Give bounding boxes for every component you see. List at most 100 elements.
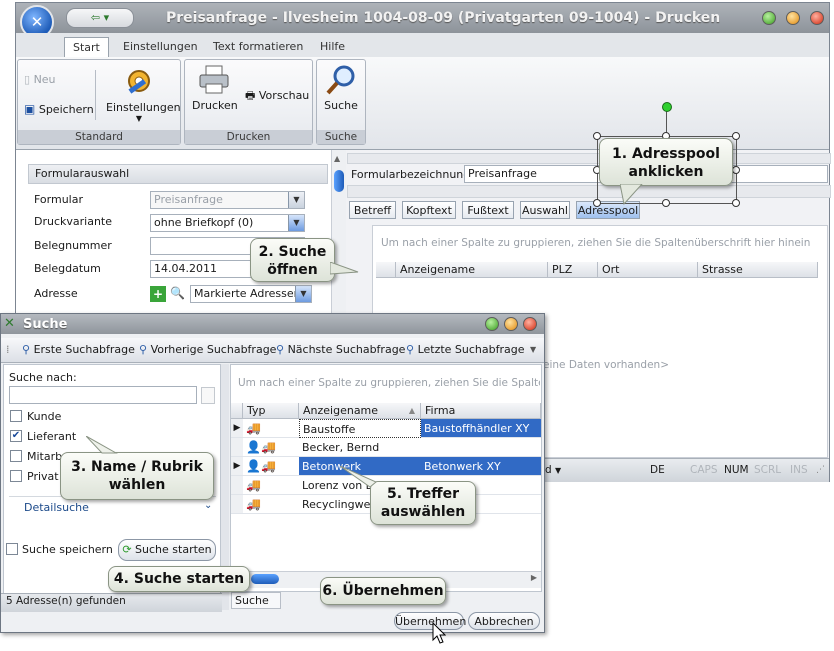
note-icon[interactable] — [201, 387, 215, 404]
suche-speichern-label: Suche speichern — [22, 543, 113, 556]
title-bar: ✕ ⇦ ▾ Preisanfrage - Ilvesheim 1004-08-0… — [16, 3, 829, 39]
speichern-button[interactable]: ▣ Speichern — [24, 102, 94, 116]
group-label-standard: Standard — [18, 130, 180, 144]
window-title: Preisanfrage - Ilvesheim 1004-08-09 (Pri… — [166, 10, 721, 26]
tab-kopftext[interactable]: Kopftext — [402, 201, 456, 219]
column-strasse[interactable]: Strasse — [698, 262, 818, 278]
anzeigename-cell: Baustoffe — [299, 419, 421, 438]
group-by-hint: Um nach einer Spalte zu gruppieren, zieh… — [381, 237, 811, 249]
scroll-up-icon[interactable]: ▲ — [334, 154, 340, 163]
suche-ribbon-button[interactable]: Suche — [321, 64, 361, 112]
erste-suchabfrage-button[interactable]: ⚲ Erste Suchabfrage — [22, 343, 135, 357]
tab-hilfe[interactable]: Hilfe — [320, 37, 345, 56]
query-previous-icon: ⚲ — [139, 343, 148, 356]
close-button[interactable] — [810, 11, 824, 25]
chevron-down-icon[interactable]: ▼ — [288, 192, 304, 208]
quick-access-toolbar[interactable]: ⇦ ▾ — [66, 8, 134, 28]
formularauswahl-header: Formularauswahl — [28, 164, 328, 184]
column-typ[interactable]: Typ — [243, 403, 299, 419]
magnifier-icon — [326, 65, 355, 95]
chevron-down-icon[interactable]: ▼ — [295, 286, 311, 302]
vorschau-button[interactable]: 🖶 Vorschau — [245, 87, 309, 106]
naechste-label: Nächste Suchabfrage — [287, 343, 406, 356]
naechste-suchabfrage-button[interactable]: ⚲ Nächste Suchabfrage — [276, 343, 405, 357]
drucken-label: Drucken — [192, 99, 238, 112]
bottom-tab-suche[interactable]: Suche — [231, 592, 281, 609]
neu-button[interactable]: ▯ Neu — [24, 73, 56, 86]
app-logo-icon: ✕ — [4, 316, 15, 331]
formular-select[interactable]: Preisanfrage ▼ — [150, 191, 305, 209]
suche-speichern-checkbox[interactable] — [6, 543, 18, 555]
kunde-label: Kunde — [27, 410, 62, 423]
toolbar-overflow-icon[interactable]: ▼ — [530, 345, 536, 354]
resize-handle[interactable] — [593, 199, 601, 207]
search-address-icon[interactable]: 🔍 — [170, 286, 186, 302]
resize-handle[interactable] — [732, 166, 740, 174]
abbrechen-button[interactable]: Abbrechen — [468, 612, 540, 630]
uebernehmen-button[interactable]: Übernehmen — [394, 612, 466, 630]
column-anzeigename-results[interactable]: Anzeigename ▲ — [299, 403, 421, 419]
chevron-down-icon[interactable]: ▼ — [288, 215, 304, 231]
status-language: DE — [650, 464, 665, 476]
neu-label: Neu — [33, 73, 56, 86]
result-count: 5 Adresse(n) gefunden — [6, 595, 126, 607]
rotation-handle[interactable] — [662, 102, 672, 112]
callout-suche-oeffnen: 2. Suche öffnen — [250, 238, 335, 282]
tab-start[interactable]: Start — [64, 37, 109, 57]
suche-minimize-button[interactable] — [485, 317, 499, 331]
maximize-button[interactable] — [786, 11, 800, 25]
druckvariante-select[interactable]: ohne Briefkopf (0) ▼ — [150, 214, 305, 232]
resize-handle[interactable] — [593, 132, 601, 140]
suche-nach-input[interactable] — [9, 386, 197, 404]
tab-betreff[interactable]: Betreff — [349, 201, 396, 219]
belegdatum-input[interactable]: 14.04.2011 — [150, 260, 255, 278]
table-row[interactable]: ▶ 👤🚚 Betonwerk Betonwerk XY — [231, 457, 541, 476]
tab-einstellungen[interactable]: Einstellungen — [123, 37, 198, 56]
privat-checkbox[interactable] — [10, 470, 22, 482]
suche-starten-button[interactable]: ⟳ Suche starten — [118, 539, 216, 561]
adresse-select[interactable]: Markierte Adressen ▼ — [190, 285, 312, 303]
tab-fusstext[interactable]: Fußtext — [462, 201, 514, 219]
column-ort[interactable]: Ort — [598, 262, 698, 278]
address-type-icon: 🚚 — [243, 495, 299, 514]
scroll-right-icon[interactable]: ▶ — [531, 573, 537, 582]
status-fragment[interactable]: d ▼ — [545, 462, 561, 478]
detailsuche-link[interactable]: Detailsuche — [24, 501, 89, 514]
results-group-hint: Um nach einer Spalte zu gruppieren, zieh… — [238, 377, 540, 389]
kunde-checkbox[interactable] — [10, 410, 22, 422]
tab-auswahl[interactable]: Auswahl — [520, 201, 570, 219]
lieferant-checkbox[interactable]: ✔ — [10, 430, 22, 442]
suche-title-bar: ✕ Suche — [1, 314, 544, 334]
row-pointer-icon — [231, 476, 243, 495]
table-row[interactable]: 👤🚚 Becker, Bernd — [231, 438, 541, 457]
resize-handle[interactable] — [732, 199, 740, 207]
chevron-down-icon: ▼ — [135, 114, 143, 123]
column-firma[interactable]: Firma — [421, 403, 541, 419]
vorherige-suchabfrage-button[interactable]: ⚲ Vorherige Suchabfrage — [139, 343, 276, 357]
scroll-thumb[interactable] — [334, 170, 344, 192]
letzte-suchabfrage-button[interactable]: ⚲ Letzte Suchabfrage — [406, 343, 525, 357]
add-address-icon[interactable]: + — [150, 286, 166, 302]
callout-name-rubrik: 3. Name / Rubrik wählen — [60, 452, 214, 500]
belegnummer-label: Belegnummer — [34, 239, 112, 252]
resize-handle[interactable] — [732, 132, 740, 140]
column-plz[interactable]: PLZ — [548, 262, 598, 278]
drucken-button[interactable]: Drucken — [192, 64, 238, 112]
suche-close-button[interactable] — [523, 317, 537, 331]
table-row[interactable]: ▶ 🚚 Baustoffe Baustoffhändler XY — [231, 419, 541, 438]
hscroll-thumb[interactable] — [251, 574, 279, 584]
erste-label: Erste Suchabfrage — [33, 343, 135, 356]
minimize-button[interactable] — [762, 11, 776, 25]
resize-handle[interactable] — [662, 199, 670, 207]
einstellungen-button[interactable]: Einstellungen ▼ — [106, 64, 181, 123]
chevron-down-icon[interactable]: ⌄ — [204, 500, 212, 511]
column-anzeigename[interactable]: Anzeigename — [396, 262, 548, 278]
tab-text-formatieren[interactable]: Text formatieren — [213, 37, 303, 56]
resize-grip-icon[interactable]: ⋰ — [816, 465, 825, 475]
mitarbeiter-checkbox[interactable] — [10, 450, 22, 462]
callout-suche-starten: 4. Suche starten — [108, 566, 250, 592]
druckvariante-label: Druckvariante — [34, 215, 113, 228]
new-document-icon: ▯ — [24, 73, 31, 86]
suche-maximize-button[interactable] — [504, 317, 518, 331]
row-pointer-icon — [231, 495, 243, 514]
